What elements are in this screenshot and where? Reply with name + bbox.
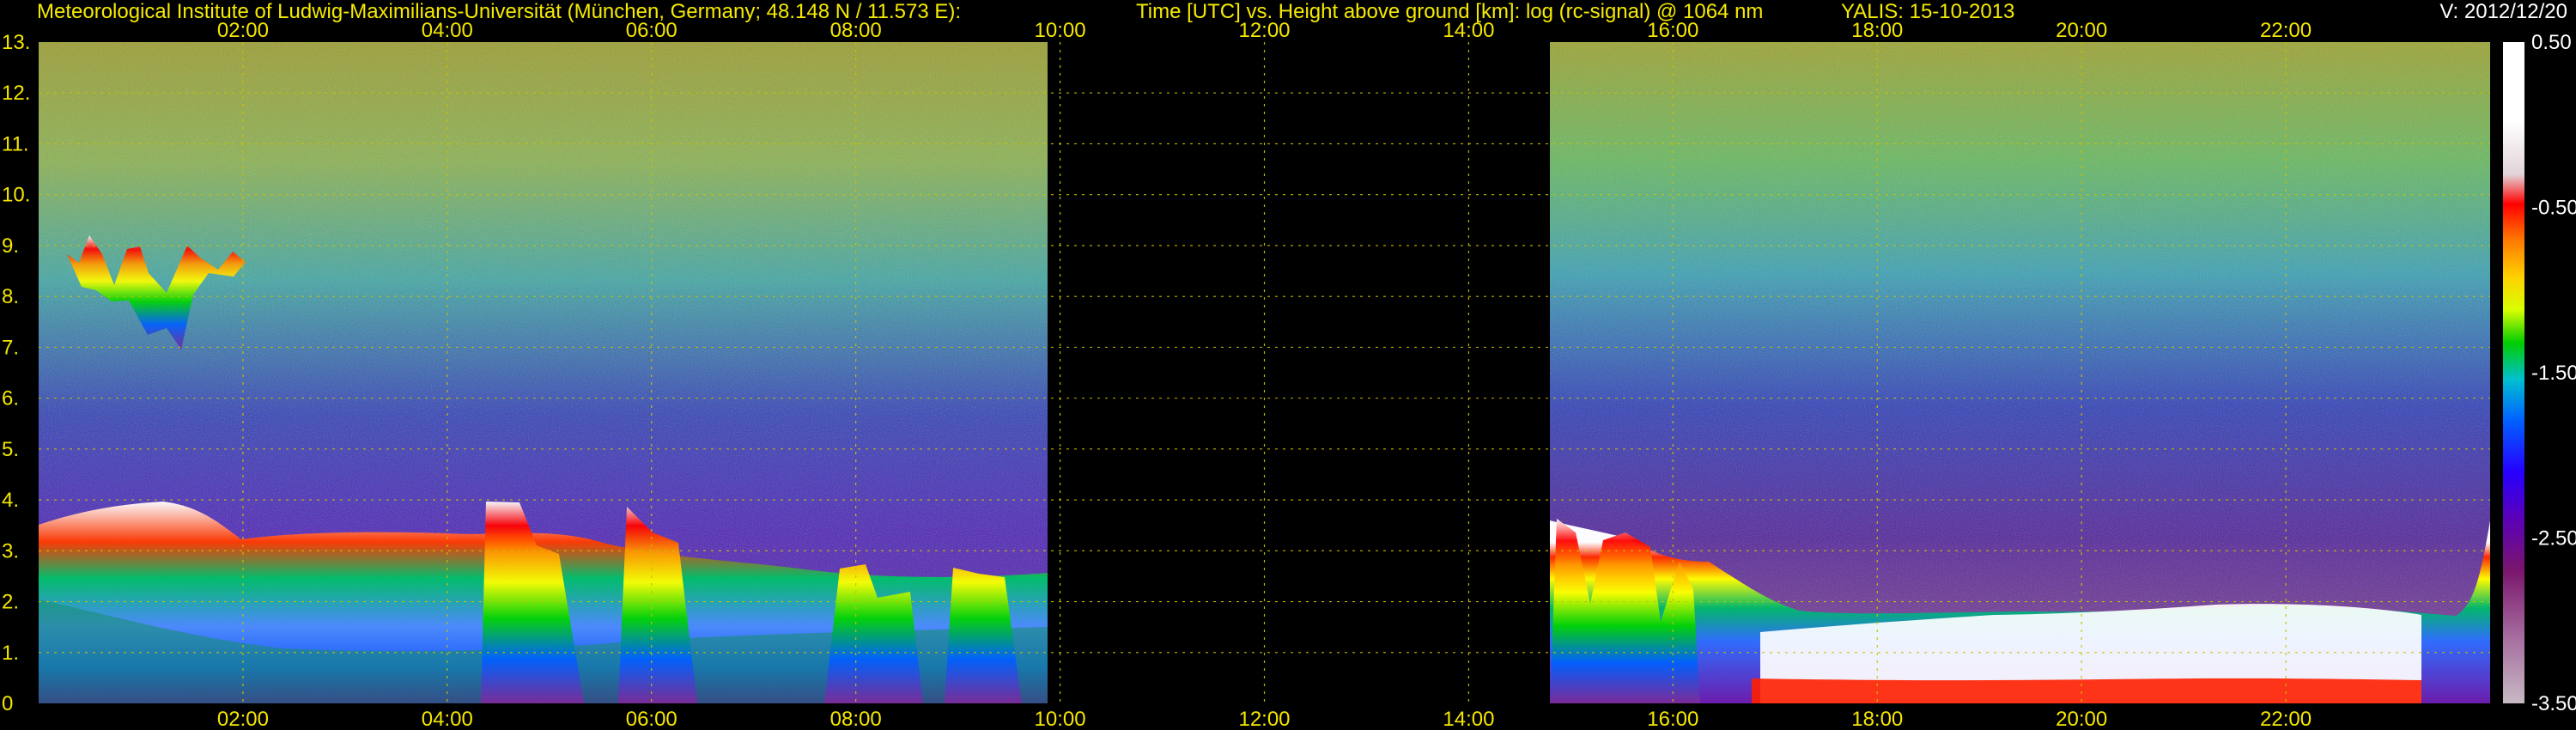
colorbar-scale (2503, 42, 2524, 703)
x-tick-label-bottom: 22:00 (2260, 708, 2312, 730)
x-tick-label-top: 04:00 (422, 19, 473, 42)
y-tick-label: 1. (2, 642, 19, 665)
x-axis-top-ticks: 02:00 04:00 06:00 08:00 10:00 12:00 14:00 16:00… (217, 19, 2312, 42)
y-tick-label: 8. (2, 285, 19, 308)
colorbar-label: -2.50 (2531, 527, 2576, 551)
y-tick-label: 12. (2, 82, 30, 105)
colorbar-label: -3.50 (2531, 692, 2576, 715)
x-tick-label-top: 16:00 (1647, 19, 1698, 42)
y-tick-label: 7. (2, 336, 19, 359)
y-tick-label: 9. (2, 234, 19, 258)
x-tick-label-top: 08:00 (830, 19, 882, 42)
y-tick-label: 5. (2, 438, 19, 461)
plot-area (39, 42, 2490, 703)
x-tick-label-top: 02:00 (217, 19, 269, 42)
y-tick-label: 0 (2, 692, 13, 715)
x-tick-label-top: 14:00 (1443, 19, 1494, 42)
x-tick-label-top: 10:00 (1035, 19, 1086, 42)
y-tick-label: 3. (2, 539, 19, 563)
x-tick-label-bottom: 06:00 (626, 708, 677, 730)
lidar-heatmap-chart: 02:00 04:00 06:00 08:00 10:00 12:00 14:00 16:00… (2, 19, 2576, 730)
data-gap (1048, 42, 1550, 703)
x-tick-label-bottom: 10:00 (1035, 708, 1086, 730)
y-tick-label: 13. (2, 31, 30, 54)
x-tick-label-bottom: 02:00 (217, 708, 269, 730)
x-tick-label-top: 06:00 (626, 19, 677, 42)
y-tick-label: 2. (2, 591, 19, 614)
x-tick-label-bottom: 08:00 (830, 708, 882, 730)
x-tick-label-top: 12:00 (1238, 19, 1290, 42)
y-tick-label: 10. (2, 184, 30, 207)
x-tick-label-top: 18:00 (1851, 19, 1903, 42)
x-tick-label-top: 22:00 (2260, 19, 2312, 42)
colorbar-labels: 0.50 -0.50 -1.50 -2.50 -3.50 (2531, 31, 2576, 715)
x-tick-label-bottom: 20:00 (2056, 708, 2107, 730)
colorbar-label: 0.50 (2531, 31, 2572, 54)
x-tick-label-bottom: 04:00 (422, 708, 473, 730)
afternoon-surface-red (1752, 678, 2421, 703)
y-tick-label: 4. (2, 489, 19, 512)
y-tick-label: 11. (2, 132, 29, 155)
x-tick-label-bottom: 14:00 (1443, 708, 1494, 730)
x-tick-label-top: 20:00 (2056, 19, 2107, 42)
colorbar-label: -0.50 (2531, 197, 2576, 220)
colorbar: 0.50 -0.50 -1.50 -2.50 -3.50 (2503, 31, 2576, 715)
colorbar-label: -1.50 (2531, 362, 2576, 385)
y-tick-label: 6. (2, 387, 19, 411)
x-tick-label-bottom: 18:00 (1851, 708, 1903, 730)
x-axis-bottom-ticks: 02:00 04:00 06:00 08:00 10:00 12:00 14:00 16:00… (217, 708, 2312, 730)
x-tick-label-bottom: 16:00 (1647, 708, 1698, 730)
x-tick-label-bottom: 12:00 (1238, 708, 1290, 730)
y-axis-ticks: 0 1. 2. 3. 4. 5. 6. 7. 8. 9. 10. 11. 12. 13. (2, 31, 30, 715)
